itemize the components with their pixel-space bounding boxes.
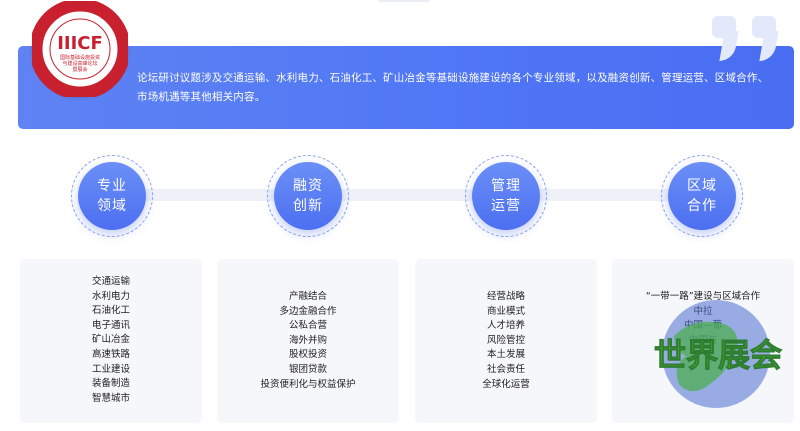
quote-mark-icon	[712, 16, 746, 61]
topic-title-line: 区域	[687, 178, 717, 194]
list-item: 多边金融合作	[279, 305, 337, 317]
topic-title-line: 创新	[293, 198, 323, 214]
list-item: 高速铁路	[91, 348, 130, 360]
intro-text: 论坛研讨议题涉及交通运输、水利电力、石油化工、矿山冶金等基础设施建设的各个专业领…	[137, 72, 769, 103]
list-item: 风险管控	[486, 334, 525, 346]
logo-subtitle-line: 与建设高峰论坛	[62, 60, 97, 67]
list-item: 商业模式	[486, 305, 525, 317]
list-item: 投资便利化与权益保护	[260, 378, 356, 390]
list-item: 工业建设	[91, 363, 130, 375]
list-item: 智慧城市	[91, 392, 130, 404]
list-item: 社会责任	[486, 363, 525, 375]
topic-circle-management-operation: 管理 运营	[465, 155, 547, 237]
topic-title-line: 合作	[687, 198, 717, 214]
list-item: 股权投资	[288, 349, 327, 361]
list-item: 银团贷款	[288, 363, 327, 375]
list-item: 经营战略	[486, 291, 525, 302]
topic-card-management-operation: 经营战略 商业模式 人才培养 风险管控 本土发展 社会责任 全球化运营	[415, 259, 597, 423]
topic-title-line: 专业	[97, 178, 127, 194]
topic-circle-professional-fields: 专业 领域	[71, 155, 153, 237]
list-item: 全球化运营	[482, 378, 530, 390]
list-item: 海外并购	[288, 334, 327, 346]
list-item: 矿山冶金	[91, 334, 130, 346]
quote-mark-icon	[752, 16, 786, 61]
list-item: 产融结合	[288, 291, 327, 302]
list-item: 本土发展	[486, 349, 525, 361]
topic-title-line: 领域	[97, 198, 127, 214]
logo-brand: IIICF	[57, 33, 103, 54]
list-item: 水利电力	[91, 290, 130, 302]
topic-circle-regional-cooperation: 区域 合作	[661, 155, 743, 237]
topic-title-line: 管理	[491, 178, 521, 194]
watermark-globe-logo: 世界展会	[634, 296, 800, 414]
watermark-text: 世界展会	[654, 336, 782, 374]
list-item: 人才培养	[486, 320, 525, 332]
list-item: 电子通讯	[91, 319, 130, 331]
topic-card-professional-fields: 交通运输 水利电力 石油化工 电子通讯 矿山冶金 高速铁路 工业建设 装备制造 …	[20, 259, 202, 423]
topic-circle-financing-innovation: 融资 创新	[267, 155, 349, 237]
topic-title-line: 融资	[293, 178, 323, 194]
list-item: 公私合营	[288, 320, 327, 332]
logo-subtitle-line: 暨展会	[72, 66, 87, 73]
list-item: 交通运输	[91, 276, 130, 287]
list-item: 石油化工	[91, 305, 130, 317]
forum-logo: IIICF 国际基础设施投资 与建设高峰论坛 暨展会	[32, 1, 128, 97]
topic-card-financing-innovation: 产融结合 多边金融合作 公私合营 海外并购 股权投资 银团贷款 投资便利化与权益…	[217, 259, 399, 423]
topic-title-line: 运营	[491, 198, 521, 214]
logo-subtitle-line: 国际基础设施投资	[60, 54, 100, 61]
topic-connector-line	[110, 189, 700, 201]
list-item: 装备制造	[91, 378, 130, 390]
